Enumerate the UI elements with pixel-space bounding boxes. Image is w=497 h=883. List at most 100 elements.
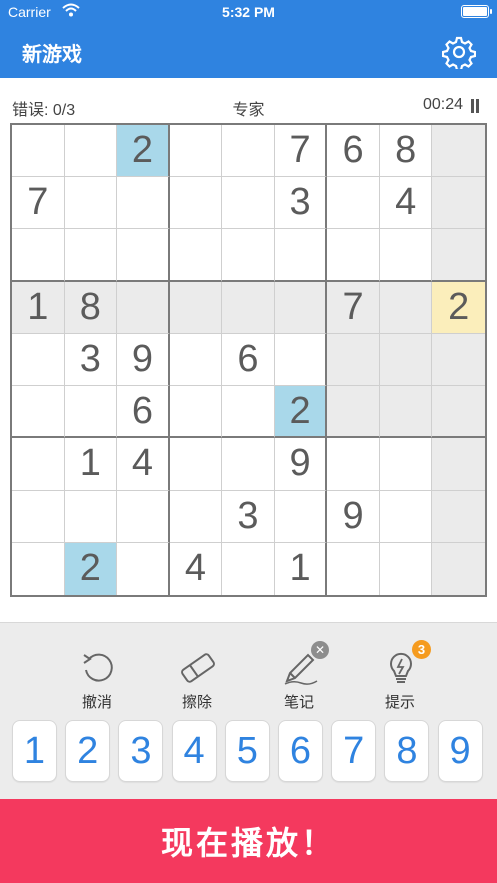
board-cell[interactable]: 6	[222, 333, 275, 387]
board-cell[interactable]: 1	[12, 281, 65, 334]
board-cell[interactable]	[327, 542, 380, 595]
board-cell[interactable]	[12, 438, 65, 491]
board-cell[interactable]	[12, 125, 65, 178]
board-cell[interactable]: 6	[117, 386, 170, 439]
board-cell[interactable]	[379, 438, 433, 491]
board-cell[interactable]	[12, 542, 65, 595]
board-cell[interactable]	[379, 229, 433, 282]
board-cell[interactable]	[169, 490, 223, 543]
board-cell[interactable]: 7	[274, 125, 328, 178]
board-cell[interactable]	[12, 229, 65, 282]
board-cell[interactable]: 6	[327, 125, 380, 178]
board-cell[interactable]: 4	[169, 542, 223, 595]
board-cell[interactable]	[169, 438, 223, 491]
board-cell[interactable]	[432, 490, 485, 543]
board-cell[interactable]	[327, 386, 380, 439]
number-key-1[interactable]: 1	[12, 720, 57, 782]
board-cell[interactable]	[64, 229, 118, 282]
board-cell[interactable]	[379, 386, 433, 439]
hint-button[interactable]: 3 提示	[365, 640, 435, 717]
board-cell[interactable]	[432, 333, 485, 387]
board-cell[interactable]	[274, 281, 328, 334]
board-cell[interactable]	[379, 333, 433, 387]
board-cell[interactable]	[117, 177, 170, 230]
board-cell[interactable]	[117, 542, 170, 595]
board-cell[interactable]	[327, 333, 380, 387]
board-cell[interactable]	[169, 229, 223, 282]
undo-label: 撤消	[81, 694, 112, 711]
board-cell[interactable]	[12, 333, 65, 387]
board-cell[interactable]	[432, 177, 485, 230]
board-cell[interactable]	[169, 177, 223, 230]
board-cell[interactable]: 3	[274, 177, 328, 230]
board-cell[interactable]	[12, 490, 65, 543]
board-cell[interactable]: 2	[432, 281, 485, 334]
number-key-2[interactable]: 2	[65, 720, 111, 782]
board-cell[interactable]	[64, 125, 118, 178]
board-cell[interactable]	[432, 438, 485, 491]
board-cell[interactable]	[327, 438, 380, 491]
board-cell[interactable]	[222, 281, 275, 334]
undo-button[interactable]: 撤消	[62, 647, 132, 717]
number-key-7[interactable]: 7	[331, 720, 377, 782]
board-cell[interactable]	[169, 281, 223, 334]
board-cell[interactable]: 9	[327, 490, 380, 543]
board-cell[interactable]	[64, 177, 118, 230]
board-cell[interactable]: 3	[222, 490, 275, 543]
board-cell[interactable]	[274, 229, 328, 282]
number-key-4[interactable]: 4	[171, 720, 217, 782]
board-cell[interactable]: 8	[64, 281, 118, 334]
board-cell[interactable]	[379, 490, 433, 543]
board-cell[interactable]	[169, 125, 223, 178]
board-cell[interactable]	[327, 177, 380, 230]
pause-icon[interactable]	[470, 99, 480, 113]
board-cell[interactable]	[274, 333, 328, 387]
hint-count-badge: 3	[412, 640, 431, 659]
board-cell[interactable]	[432, 229, 485, 282]
number-key-5[interactable]: 5	[224, 720, 270, 782]
board-cell[interactable]: 7	[12, 177, 65, 230]
board-cell[interactable]: 4	[117, 438, 170, 491]
board-cell[interactable]: 2	[117, 125, 170, 178]
board-cell[interactable]	[169, 386, 223, 439]
play-now-button[interactable]: 现在播放！	[0, 799, 497, 883]
board-cell[interactable]	[222, 386, 275, 439]
number-key-9[interactable]: 9	[437, 720, 483, 782]
number-key-3[interactable]: 3	[118, 720, 164, 782]
board-cell[interactable]: 9	[274, 438, 328, 491]
board-cell[interactable]	[64, 386, 118, 439]
board-cell[interactable]	[379, 542, 433, 595]
board-cell[interactable]	[222, 177, 275, 230]
close-icon: ✕	[314, 643, 326, 657]
board-cell[interactable]	[274, 490, 328, 543]
board-cell[interactable]: 4	[379, 177, 433, 230]
board-cell[interactable]: 1	[64, 438, 118, 491]
gear-icon[interactable]	[442, 35, 476, 69]
number-key-8[interactable]: 8	[384, 720, 430, 782]
board-cell[interactable]: 1	[274, 542, 328, 595]
erase-button[interactable]: 擦除	[162, 647, 232, 717]
notes-button[interactable]: ✕ 笔记	[264, 641, 334, 717]
board-cell[interactable]	[222, 542, 275, 595]
board-cell[interactable]: 3	[64, 333, 118, 387]
board-cell[interactable]	[222, 229, 275, 282]
board-cell[interactable]	[117, 490, 170, 543]
board-cell[interactable]	[432, 542, 485, 595]
board-cell[interactable]: 8	[379, 125, 433, 178]
board-cell[interactable]	[379, 281, 433, 334]
board-cell[interactable]: 7	[327, 281, 380, 334]
board-cell[interactable]	[12, 386, 65, 439]
number-key-6[interactable]: 6	[278, 720, 323, 782]
board-cell[interactable]: 9	[117, 333, 170, 387]
board-cell[interactable]	[117, 229, 170, 282]
board-cell[interactable]	[327, 229, 380, 282]
board-cell[interactable]: 2	[274, 386, 328, 439]
board-cell[interactable]	[64, 490, 118, 543]
board-cell[interactable]	[169, 333, 223, 387]
board-cell[interactable]	[432, 125, 485, 178]
board-cell[interactable]	[222, 125, 275, 178]
board-cell[interactable]: 2	[64, 542, 118, 595]
board-cell[interactable]	[222, 438, 275, 491]
board-cell[interactable]	[117, 281, 170, 334]
board-cell[interactable]	[432, 386, 485, 439]
